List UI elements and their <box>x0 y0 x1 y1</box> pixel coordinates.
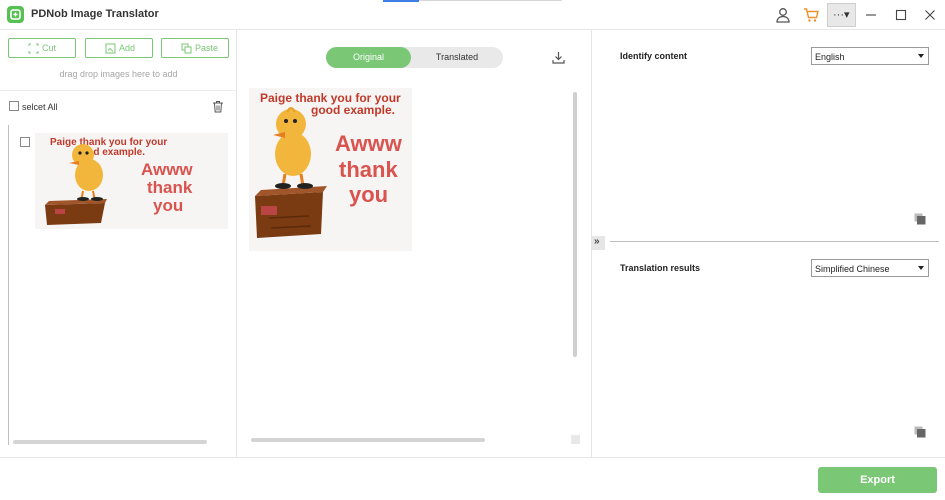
preview-word-thank: thank <box>339 157 398 182</box>
preview-caption-line2: good example. <box>311 103 395 117</box>
export-button[interactable]: Export <box>818 467 937 493</box>
select-all-label[interactable]: selcet All <box>22 102 58 112</box>
item-checkbox[interactable] <box>20 137 30 147</box>
translation-panel: Identify content English » Translation r… <box>592 30 945 457</box>
drop-hint: drag drop images here to add <box>59 69 178 79</box>
preview-panel: Original Translated Paige thank you for … <box>237 30 592 457</box>
source-language-select[interactable]: English <box>811 47 929 65</box>
preview-word-awww: Awww <box>335 131 403 156</box>
maximize-icon[interactable] <box>893 7 909 23</box>
view-toggle[interactable]: Original Translated <box>326 47 503 68</box>
select-all-checkbox[interactable] <box>9 101 19 111</box>
paste-icon <box>181 43 192 54</box>
list-item[interactable]: Paige thank you for your good example. A… <box>9 127 231 231</box>
expand-panel-button[interactable]: » <box>592 236 605 250</box>
preview-vertical-scrollbar[interactable] <box>573 92 577 357</box>
app-logo-icon <box>7 6 24 23</box>
cart-icon[interactable] <box>802 6 820 24</box>
list-horizontal-scrollbar[interactable] <box>13 440 207 444</box>
thumb-word-thank: thank <box>147 178 193 197</box>
double-chevron-icon: » <box>594 236 600 247</box>
add-image-icon <box>105 43 116 54</box>
bottom-bar: Export <box>0 457 945 500</box>
chevron-down-icon <box>918 54 924 58</box>
copy-icon[interactable] <box>914 426 926 438</box>
app-title: PDNob Image Translator <box>31 8 159 20</box>
close-icon[interactable] <box>922 7 938 23</box>
image-list-panel: Cut Add Paste drag drop images here to a… <box>0 30 237 457</box>
chevron-down-icon <box>918 266 924 270</box>
image-list[interactable]: Paige thank you for your good example. A… <box>8 125 230 445</box>
panel-divider <box>610 241 939 242</box>
source-language-value: English <box>815 52 845 62</box>
target-language-select[interactable]: Simplified Chinese <box>811 259 929 277</box>
tab-original[interactable]: Original <box>326 47 411 68</box>
cut-button[interactable]: Cut <box>8 38 76 58</box>
more-icon: ···▾ <box>833 9 850 21</box>
left-divider <box>0 90 237 91</box>
add-label: Add <box>119 43 136 53</box>
target-language-value: Simplified Chinese <box>815 264 890 274</box>
window-accent-bar <box>383 0 419 2</box>
tab-translated[interactable]: Translated <box>411 47 503 68</box>
thumb-word-you: you <box>153 196 183 215</box>
title-bar: PDNob Image Translator ···▾ <box>0 0 945 30</box>
minimize-icon[interactable] <box>863 7 879 23</box>
translation-results-label: Translation results <box>620 263 701 273</box>
copy-icon[interactable] <box>914 213 926 225</box>
more-options-button[interactable]: ···▾ <box>827 3 856 27</box>
paste-button[interactable]: Paste <box>161 38 229 58</box>
preview-word-you: you <box>349 182 388 207</box>
preview-horizontal-scrollbar[interactable] <box>251 438 485 442</box>
download-icon[interactable] <box>551 50 566 65</box>
image-thumbnail[interactable]: Paige thank you for your good example. A… <box>35 133 228 229</box>
paste-label: Paste <box>195 43 219 53</box>
scrollbar-corner <box>571 435 580 444</box>
window-accent-line <box>419 0 562 1</box>
cut-label: Cut <box>42 43 57 53</box>
crop-icon <box>28 43 39 54</box>
user-icon[interactable] <box>774 6 792 24</box>
add-button[interactable]: Add <box>85 38 153 58</box>
preview-image[interactable]: Paige thank you for your good example. A… <box>249 88 412 251</box>
identify-content-label: Identify content <box>620 51 687 61</box>
thumb-word-awww: Awww <box>141 160 193 179</box>
trash-icon[interactable] <box>212 100 224 113</box>
